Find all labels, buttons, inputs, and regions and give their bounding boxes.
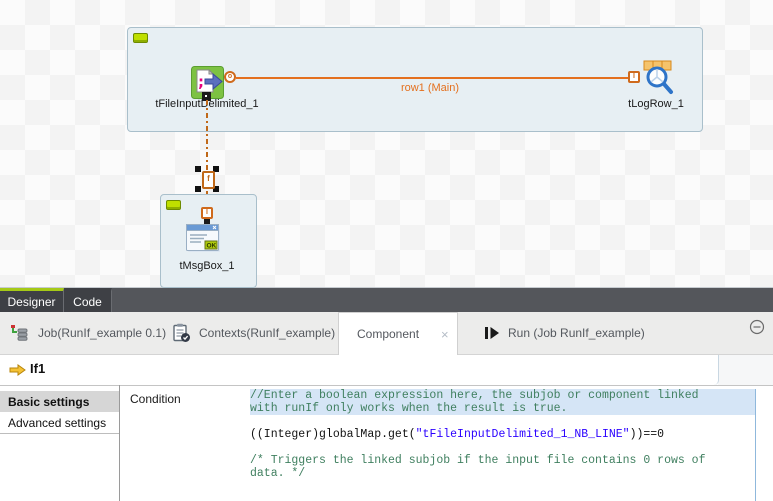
tab-designer[interactable]: Designer bbox=[0, 288, 64, 312]
application-window: ; o row1 (Main) I tFileInputDelimited_1 … bbox=[0, 0, 773, 501]
svg-text:;: ; bbox=[198, 73, 204, 91]
tab-designer-label: Designer bbox=[7, 295, 55, 309]
code-comment-line-1: //Enter a boolean expression here, the s… bbox=[250, 389, 755, 402]
tab-code[interactable]: Code bbox=[64, 288, 112, 312]
panel-header-filler bbox=[718, 355, 773, 385]
nav-basic-settings[interactable]: Basic settings bbox=[0, 391, 119, 412]
tlogrow-label: tLogRow_1 bbox=[612, 98, 700, 110]
logrow-input-connector[interactable]: I bbox=[628, 71, 640, 83]
tab-contexts-label: Contexts(RunIf_example) bbox=[199, 326, 335, 340]
msgbox-input-connector[interactable]: I bbox=[201, 207, 213, 219]
nav-basic-settings-label: Basic settings bbox=[8, 395, 89, 409]
subjob-collapse-button[interactable] bbox=[133, 33, 148, 43]
tab-component-label: Component bbox=[357, 327, 419, 341]
component-tlogrow[interactable] bbox=[641, 60, 675, 101]
row1-main-link[interactable] bbox=[236, 77, 628, 79]
tab-code-label: Code bbox=[73, 295, 102, 309]
tab-component[interactable]: Component × bbox=[338, 312, 458, 355]
nav-separator bbox=[0, 433, 119, 434]
tmsgbox-icon: OK bbox=[185, 223, 223, 255]
condition-code-editor[interactable]: //Enter a boolean expression here, the s… bbox=[250, 389, 756, 501]
minimize-icon bbox=[749, 319, 765, 335]
if-arrow-icon bbox=[8, 363, 26, 382]
code-comment-line-4: data. */ bbox=[250, 467, 755, 480]
code-expression-line: ((Integer)globalMap.get("tFileInputDelim… bbox=[250, 428, 755, 441]
condition-label: Condition bbox=[130, 392, 181, 406]
code-comment-line-2: with runIf only works when the result is… bbox=[250, 402, 755, 415]
design-canvas[interactable]: ; o row1 (Main) I tFileInputDelimited_1 … bbox=[0, 0, 773, 288]
job-icon bbox=[10, 324, 30, 342]
bottom-tab-strip: Job(RunIf_example 0.1) Contexts(RunIf_ex… bbox=[0, 312, 773, 355]
nav-advanced-settings-label: Advanced settings bbox=[8, 416, 106, 430]
tab-run[interactable]: Run (Job RunIf_example) bbox=[484, 312, 645, 354]
code-comment-line-3: /* Triggers the linked subjob if the inp… bbox=[250, 454, 755, 467]
component-panel-header: If1 bbox=[0, 355, 719, 385]
msgbox-ok-text: OK bbox=[207, 243, 217, 250]
component-tmsgbox[interactable]: OK bbox=[185, 223, 223, 260]
runif-link-label-selected[interactable]: f bbox=[195, 166, 219, 192]
subjob2-collapse-button[interactable] bbox=[166, 200, 181, 210]
file-output-connector[interactable]: o bbox=[224, 71, 236, 83]
contexts-icon bbox=[172, 323, 191, 343]
settings-divider bbox=[119, 385, 120, 501]
tab-component-close-icon[interactable]: × bbox=[441, 327, 449, 342]
tlogrow-icon bbox=[641, 60, 675, 96]
view-switch-bar: Designer Code bbox=[0, 288, 773, 312]
nav-advanced-settings[interactable]: Advanced settings bbox=[0, 412, 119, 433]
tab-contexts[interactable]: Contexts(RunIf_example) bbox=[172, 312, 335, 354]
tab-run-label: Run (Job RunIf_example) bbox=[508, 326, 645, 340]
tmsgbox-label: tMsgBox_1 bbox=[167, 260, 247, 272]
minimize-panel-button[interactable] bbox=[749, 319, 765, 340]
panel-title: If1 bbox=[30, 361, 45, 376]
tab-job[interactable]: Job(RunIf_example 0.1) bbox=[10, 312, 166, 354]
row1-link-label[interactable]: row1 (Main) bbox=[370, 82, 490, 94]
tab-job-label: Job(RunIf_example 0.1) bbox=[38, 326, 166, 340]
if-link-icon: f bbox=[202, 171, 215, 189]
run-play-icon bbox=[484, 326, 500, 340]
